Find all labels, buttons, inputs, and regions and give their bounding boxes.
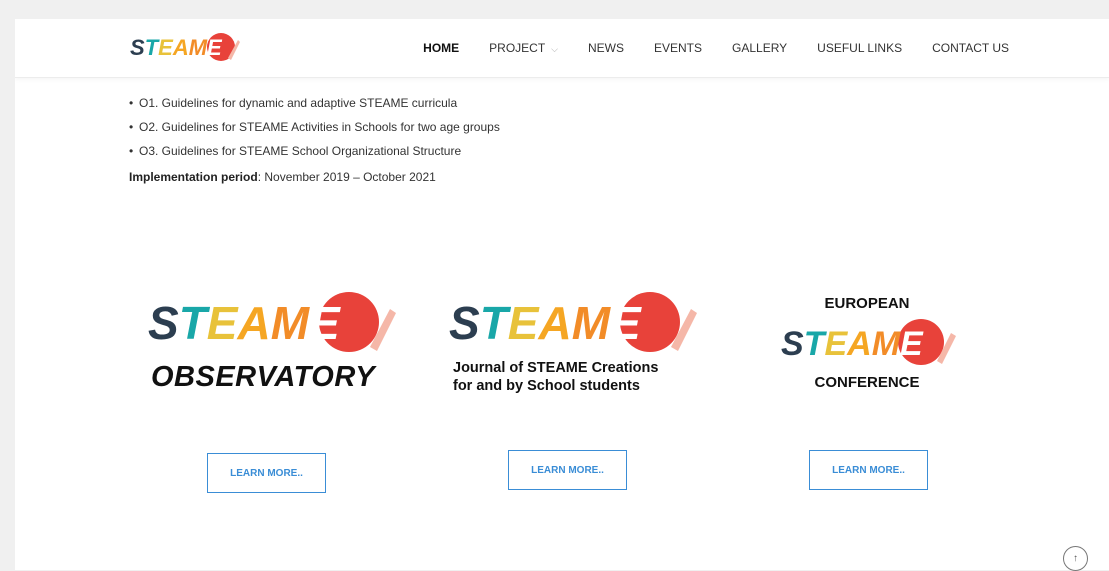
nav-home[interactable]: HOME [423, 41, 459, 55]
learn-more-conference-button[interactable]: LEARN MORE.. [809, 450, 928, 490]
conference-card-logo[interactable]: EUROPEAN STEAME CONFERENCE [777, 289, 957, 399]
svg-text:STEAME: STEAME [130, 35, 223, 60]
learn-more-journal-button[interactable]: LEARN MORE.. [508, 450, 627, 490]
list-item: • O3. Guidelines for STEAME School Organi… [129, 144, 462, 158]
main-nav: HOME PROJECT ⌵ NEWS EVENTS GALLERY USEFUL… [393, 19, 1009, 77]
site-logo[interactable]: STEAME [128, 30, 240, 64]
steame-logo-icon: STEAME [130, 33, 240, 61]
svg-text:STEAME: STEAME [781, 325, 924, 363]
project-outputs-section: • O1. Guidelines for dynamic and adaptive… [129, 95, 929, 185]
list-item: • O2. Guidelines for STEAME Activities in… [129, 120, 500, 134]
svg-text:STEAME: STEAME [148, 297, 341, 349]
conference-top-text: EUROPEAN [824, 295, 910, 312]
list-item: • O1. Guidelines for dynamic and adaptive… [129, 96, 458, 110]
scroll-to-top-button[interactable]: ↑ [1063, 546, 1088, 571]
journal-subtitle-line2: for and by School students [453, 378, 640, 394]
outputs-list: • O1. Guidelines for dynamic and adaptive… [129, 95, 929, 159]
nav-gallery[interactable]: GALLERY [732, 41, 787, 55]
nav-contact-us[interactable]: CONTACT US [932, 41, 1009, 55]
implementation-label: Implementation period [129, 170, 258, 184]
output-o2: O2. Guidelines for STEAME Activities in … [139, 120, 500, 134]
nav-project[interactable]: PROJECT ⌵ [489, 41, 558, 55]
arrow-up-icon: ↑ [1073, 553, 1078, 564]
nav-useful-links[interactable]: USEFUL LINKS [817, 41, 902, 55]
steame-conference-logo-icon: STEAME [781, 319, 956, 365]
output-o3: O3. Guidelines for STEAME School Organiz… [139, 144, 462, 158]
site-header: STEAME HOME PROJECT ⌵ NEWS EVENTS GALLERY… [15, 19, 1109, 78]
svg-text:STEAME: STEAME [449, 297, 642, 349]
learn-more-observatory-button[interactable]: LEARN MORE.. [207, 453, 326, 493]
nav-news[interactable]: NEWS [588, 41, 624, 55]
output-o1: O1. Guidelines for dynamic and adaptive … [139, 96, 458, 110]
journal-subtitle: Journal of STEAME Creations for and by S… [453, 359, 658, 395]
steame-journal-logo-icon: STEAME [449, 292, 697, 352]
implementation-value: : November 2019 – October 2021 [257, 170, 436, 184]
journal-subtitle-line1: Journal of STEAME Creations [453, 360, 659, 376]
journal-card-logo[interactable]: STEAME [449, 287, 699, 357]
conference-bottom-text: CONFERENCE [814, 374, 920, 391]
page-container: STEAME HOME PROJECT ⌵ NEWS EVENTS GALLERY… [15, 19, 1109, 570]
nav-events[interactable]: EVENTS [654, 41, 702, 55]
observatory-subtitle: OBSERVATORY [151, 361, 376, 393]
implementation-period: Implementation period: November 2019 – O… [129, 169, 929, 185]
nav-project-label: PROJECT [489, 41, 546, 55]
chevron-down-icon: ⌵ [551, 44, 558, 54]
